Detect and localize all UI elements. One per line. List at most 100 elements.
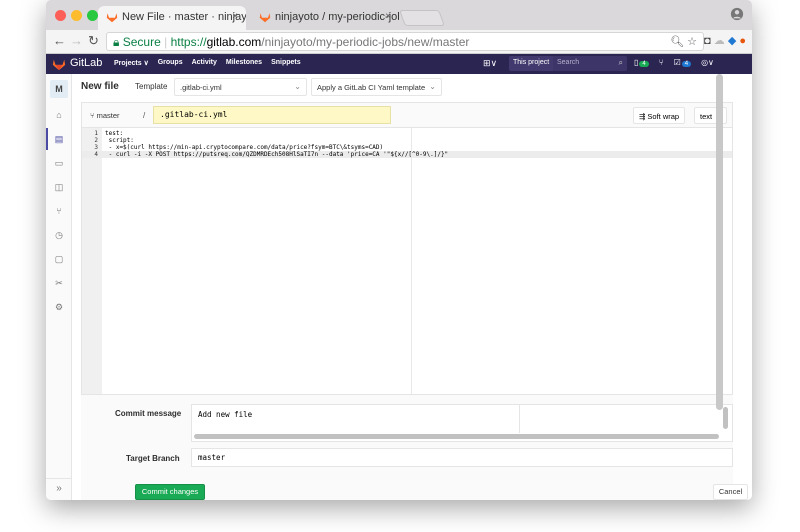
branch-indicator: ⑂ master	[90, 111, 120, 120]
project-avatar[interactable]: M	[50, 80, 68, 98]
search-scope-label: This project	[509, 56, 554, 71]
file-name-input[interactable]: .gitlab-ci.yml	[153, 106, 391, 124]
tab-close-icon[interactable]: ×	[385, 11, 391, 22]
diamond-icon[interactable]: ◆	[728, 35, 736, 47]
settings-gear-icon[interactable]: ⚙	[54, 302, 64, 312]
code-editor[interactable]: 1 test: 2 script: 3 - x=$(curl https://mi…	[81, 128, 733, 395]
tab-project[interactable]: ninjayoto / my-periodic-jobs · ×	[251, 6, 399, 30]
minimize-window-button[interactable]	[71, 10, 82, 21]
line-number: 4	[94, 151, 98, 158]
commit-message-field[interactable]: Add new file	[191, 404, 733, 442]
gitlab-logo-icon[interactable]	[52, 57, 66, 71]
lock-icon: 🔒︎	[113, 35, 120, 49]
back-arrow-icon[interactable]: ←	[53, 33, 66, 48]
header-right-icons: ▯ 4 ⑂ ☑ 4 ◎∨	[634, 58, 714, 67]
issues-badge: 4	[639, 61, 649, 67]
code-line-active[interactable]: 4 - curl -i -X POST https://putsreq.com/…	[82, 151, 732, 158]
close-window-button[interactable]	[55, 10, 66, 21]
nav-snippets[interactable]: Snippets	[271, 59, 301, 67]
chevron-down-icon: ⌄	[294, 82, 301, 91]
todos-badge: 4	[681, 61, 692, 67]
tab-strip: New File · master · ninjayoto / × ninjay…	[46, 0, 752, 30]
line-text: - x=$(curl https://min-api.cryptocompare…	[105, 144, 384, 151]
collapse-sidebar-icon[interactable]: »	[46, 478, 72, 500]
template-type-dropdown[interactable]: .gitlab-ci.yml ⌄	[174, 78, 307, 96]
new-tab-button[interactable]	[399, 10, 445, 26]
commit-message-label: Commit message	[115, 409, 182, 418]
repository-icon[interactable]: ▤	[54, 134, 64, 144]
tab-new-file[interactable]: New File · master · ninjayoto / ×	[98, 6, 246, 30]
code-line[interactable]: 3 - x=$(curl https://min-api.cryptocompa…	[82, 144, 732, 151]
forward-arrow-icon[interactable]: →	[70, 33, 83, 48]
main-content: New file Template .gitlab-ci.yml ⌄ Apply…	[73, 74, 752, 500]
branch-icon: ⑂	[90, 111, 95, 120]
nav-groups[interactable]: Groups	[158, 59, 183, 67]
editor-divider	[519, 405, 520, 433]
vertical-scrollbar[interactable]	[723, 407, 728, 429]
apply-template-dropdown[interactable]: Apply a GitLab CI Yaml template ⌄	[311, 78, 442, 96]
registry-icon[interactable]: ▭	[54, 158, 64, 168]
editor-mode-value: text	[700, 112, 713, 121]
bookmark-star-icon[interactable]: ☆	[687, 36, 697, 48]
wiki-icon[interactable]: ▢	[54, 254, 64, 264]
cloud-icon[interactable]: ☁	[714, 35, 725, 47]
merge-request-sidebar-icon[interactable]: ⑂	[54, 206, 64, 216]
profile-icon[interactable]	[730, 7, 744, 21]
tab-title: New File · master · ninjayoto /	[122, 11, 246, 23]
tab-title: ninjayoto / my-periodic-jobs ·	[275, 11, 399, 23]
nav-projects[interactable]: Projects ∨	[114, 59, 149, 67]
target-branch-input[interactable]: master	[191, 448, 733, 467]
soft-wrap-label: Soft wrap	[647, 112, 680, 121]
browser-toolbar: ← → ↻ 🔒︎ Secure | https://gitlab.com/nin…	[46, 30, 752, 54]
gitlab-brand[interactable]: GitLab	[70, 57, 102, 69]
pipelines-icon[interactable]: ◷	[54, 230, 64, 240]
line-text: script:	[105, 137, 134, 144]
apply-template-label: Apply a GitLab CI Yaml template	[317, 83, 426, 92]
commit-changes-button[interactable]: Commit changes	[135, 484, 205, 500]
new-item-plus-icon[interactable]: ⊞∨	[483, 58, 497, 69]
todos-icon[interactable]: ☑ 4	[674, 58, 692, 67]
active-indicator	[46, 128, 48, 150]
nav-milestones[interactable]: Milestones	[226, 59, 262, 67]
path-separator: /	[143, 111, 146, 120]
menu-extension-icon[interactable]: ●	[739, 35, 746, 47]
url-host: gitlab.com	[206, 35, 262, 49]
merge-requests-icon[interactable]: ⑂	[659, 58, 664, 67]
print-margin	[411, 128, 412, 394]
gitlab-header: GitLab Projects ∨ Groups Activity Milest…	[46, 54, 752, 74]
browser-window: New File · master · ninjayoto / × ninjay…	[46, 0, 752, 500]
target-branch-label: Target Branch	[126, 454, 180, 463]
snippets-icon[interactable]: ✂	[54, 278, 64, 288]
zoom-icon[interactable]: 🔍︎	[670, 36, 684, 48]
code-line[interactable]: 1 test:	[82, 130, 732, 137]
soft-wrap-button[interactable]: ⇶ Soft wrap	[633, 107, 686, 124]
page-scrollbar[interactable]	[716, 74, 723, 410]
search-icon: ⌕	[618, 58, 623, 67]
tab-close-icon[interactable]: ×	[232, 11, 238, 22]
reload-icon[interactable]: ↻	[88, 33, 99, 49]
wrap-icon: ⇶	[639, 112, 646, 121]
issues-sidebar-icon[interactable]: ◫	[54, 182, 64, 192]
extension-icons: ◘ ☁ ◆ ●	[704, 34, 746, 47]
maximize-window-button[interactable]	[87, 10, 98, 21]
chevron-down-icon: ⌄	[429, 82, 436, 91]
nav-activity[interactable]: Activity	[192, 59, 217, 67]
secure-label: Secure	[122, 35, 161, 49]
user-avatar-icon[interactable]: ◎∨	[701, 58, 714, 67]
home-icon[interactable]: ⌂	[54, 110, 64, 120]
template-type-value: .gitlab-ci.yml	[180, 83, 222, 92]
horizontal-scrollbar[interactable]	[194, 434, 719, 439]
pocket-icon[interactable]: ◘	[704, 35, 711, 47]
issues-icon[interactable]: ▯ 4	[634, 58, 649, 67]
url-scheme: https://	[170, 35, 207, 49]
search-input[interactable]: Search ⌕	[553, 56, 627, 71]
line-number: 2	[94, 137, 98, 144]
address-bar[interactable]: 🔒︎ Secure | https://gitlab.com/ninjayoto…	[106, 32, 704, 51]
gitlab-favicon-icon	[106, 13, 118, 23]
cancel-button[interactable]: Cancel	[713, 484, 748, 500]
code-line[interactable]: 2 script:	[82, 137, 732, 144]
line-text: test:	[105, 130, 124, 137]
page-title: New file	[81, 81, 119, 92]
url-path: /ninjayoto/my-periodic-jobs/new/master	[261, 35, 470, 49]
line-number: 1	[94, 130, 98, 137]
